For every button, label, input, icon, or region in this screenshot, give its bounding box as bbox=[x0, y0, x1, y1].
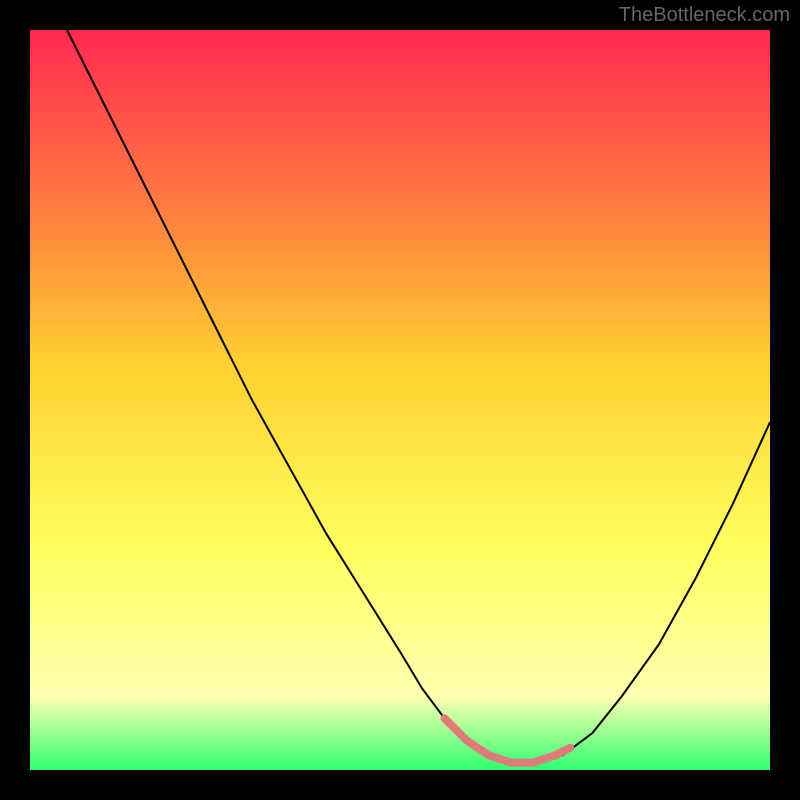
chart-plot-area bbox=[30, 30, 770, 770]
gradient-background bbox=[30, 30, 770, 770]
watermark-text: TheBottleneck.com bbox=[619, 4, 790, 27]
chart-svg bbox=[30, 30, 770, 770]
